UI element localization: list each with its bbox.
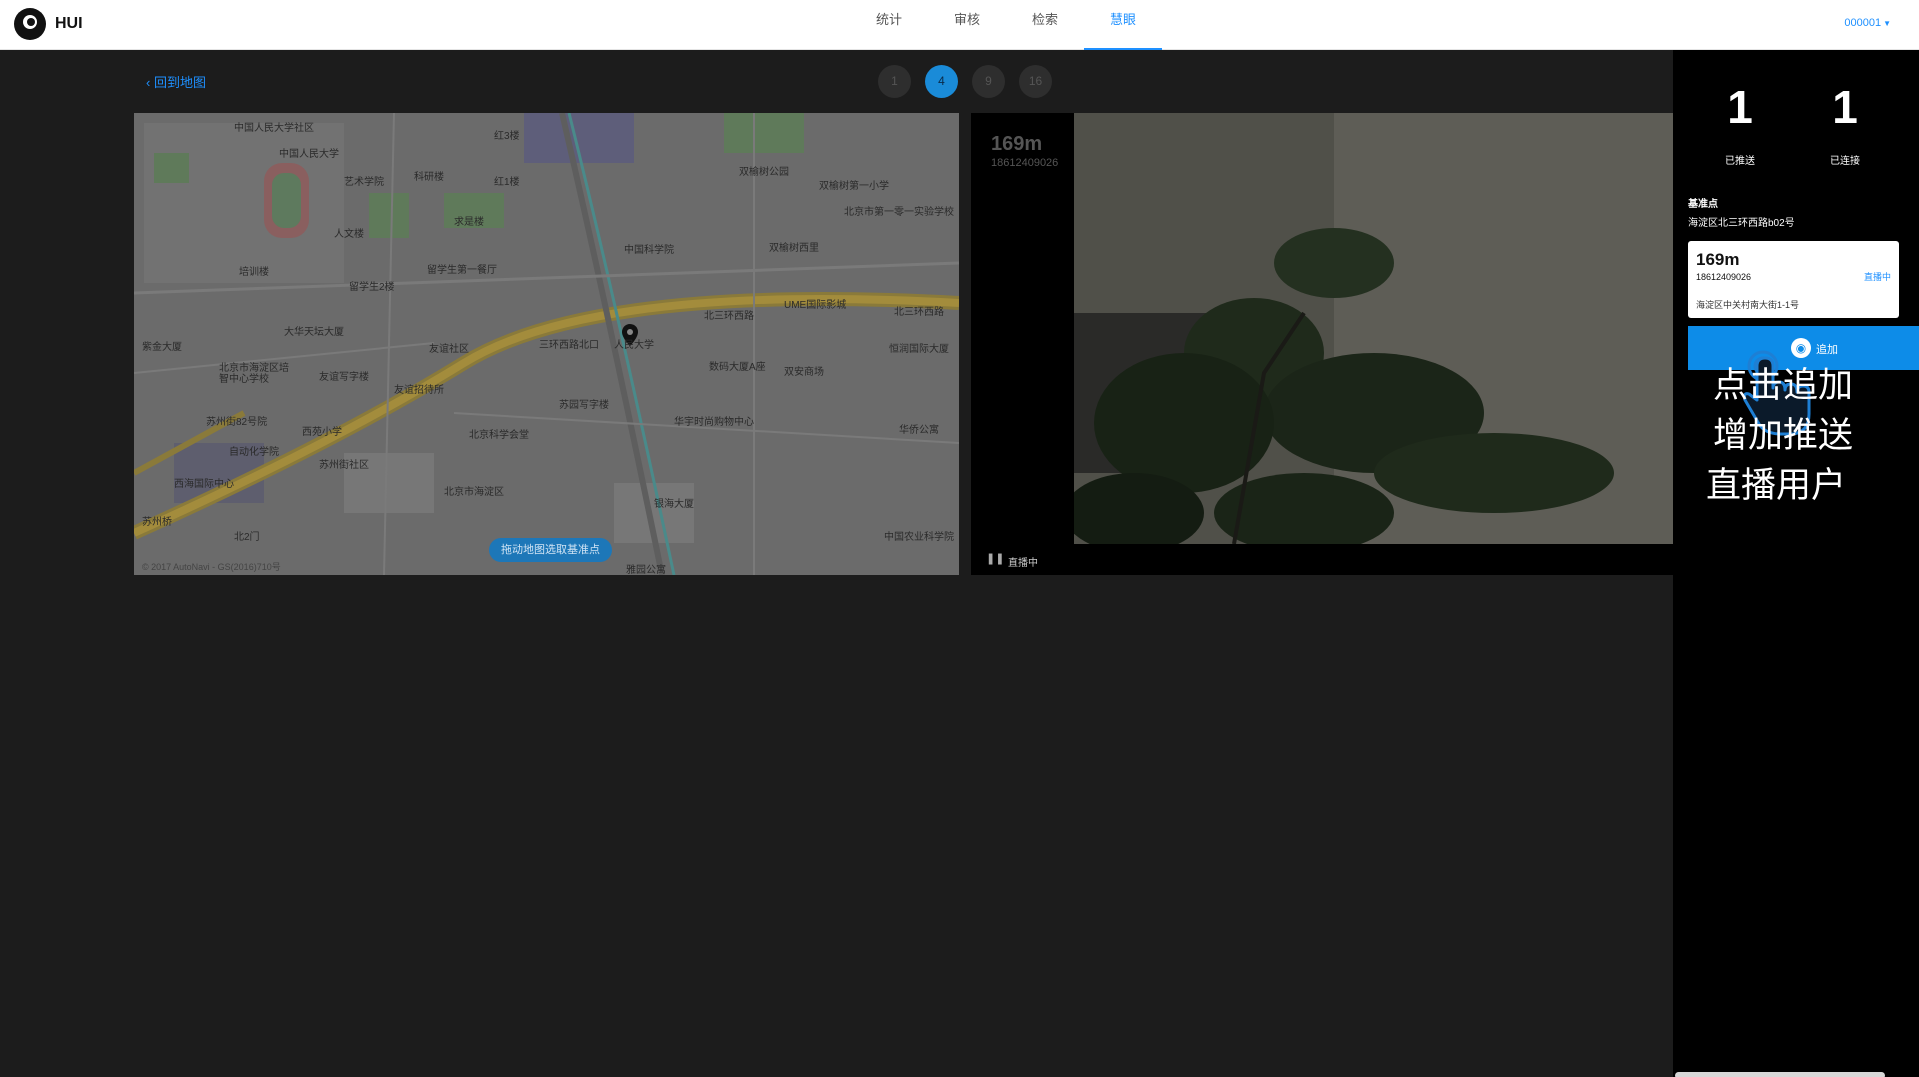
- back-label: 回到地图: [153, 75, 206, 90]
- card-address: 海淀区中关村南大街1-1号: [1696, 300, 1800, 310]
- map-label: 中国农业科学院: [884, 532, 954, 543]
- map-label: 友谊社区: [429, 344, 469, 355]
- map-view[interactable]: 中国人民大学社区 中国人民大学 红3楼 双榆树公园 双榆树第一小学 北京市第一零…: [134, 113, 959, 575]
- layout-pager: 1 4 9 16: [878, 65, 1052, 98]
- live-video-player[interactable]: 169m 18612409026 ❚❚ 直播中: [971, 113, 1673, 575]
- base-point-address: 海淀区北三环西路b02号: [1688, 218, 1795, 229]
- panel-scrollbar[interactable]: [1675, 1072, 1885, 1077]
- nav-tab-stats[interactable]: 统计: [850, 0, 928, 50]
- layout-option-1[interactable]: 1: [878, 65, 911, 98]
- map-label: 北京科学会堂: [469, 430, 529, 441]
- user-id: 000001: [1844, 17, 1882, 29]
- pushed-count: 1: [1727, 81, 1753, 133]
- card-status-badge: 直播中: [1863, 272, 1891, 282]
- map-label: 数码大厦A座: [709, 362, 766, 373]
- map-label: 科研楼: [414, 172, 444, 183]
- map-label: 华侨公寓: [899, 425, 939, 436]
- map-label: 恒润国际大厦: [889, 344, 949, 355]
- map-label: 大华天坛大厦: [284, 327, 344, 338]
- video-phone: 18612409026: [991, 157, 1059, 169]
- brand-name: HUI: [55, 15, 83, 32]
- map-label: 苏州街82号院: [206, 417, 268, 428]
- chevron-left-icon: ‹: [146, 75, 154, 90]
- map-label: 苏园写字楼: [559, 400, 609, 411]
- map-label: 北2门: [234, 532, 260, 543]
- layout-option-4[interactable]: 4: [925, 65, 958, 98]
- map-label: 紫金大厦: [142, 342, 182, 353]
- chevron-down-icon: ▼: [1883, 19, 1891, 28]
- map-label: 三环西路北口: [539, 340, 599, 351]
- map-copyright: © 2017 AutoNavi - GS(2016)710号: [142, 562, 281, 572]
- map-label: 银海大厦: [654, 499, 694, 510]
- map-label: 西苑小学: [302, 427, 342, 438]
- card-phone: 18612409026: [1696, 272, 1752, 282]
- map-label: 华宇时尚购物中心: [674, 417, 754, 428]
- logo-icon[interactable]: [14, 8, 46, 40]
- pushed-label: 已推送: [1725, 156, 1755, 167]
- map-label: UME国际影城: [784, 300, 847, 311]
- video-status: 直播中: [1008, 558, 1038, 569]
- video-distance: 169m: [991, 133, 1043, 155]
- nav-tab-review[interactable]: 审核: [928, 0, 1006, 50]
- map-label: 人民大学: [614, 340, 654, 351]
- select-base-point-button[interactable]: 拖动地图选取基准点: [489, 538, 612, 562]
- map-label: 北京市海淀区培智中心学校: [219, 363, 289, 385]
- nav-tab-huiyan[interactable]: 慧眼: [1084, 0, 1162, 50]
- video-scene: [1074, 113, 1673, 544]
- connected-count: 1: [1832, 81, 1858, 133]
- top-bar: HUI 统计 审核 检索 慧眼 000001 ▼: [0, 0, 1919, 50]
- map-label: 双榆树西里: [769, 243, 819, 254]
- map-label: 人文楼: [334, 229, 364, 240]
- map-label: 中国人民大学社区: [234, 123, 314, 134]
- hint-line-2: 增加推送: [1713, 416, 1854, 456]
- layout-option-16[interactable]: 16: [1019, 65, 1052, 98]
- hint-line-3: 直播用户: [1706, 466, 1847, 506]
- map-label: 北三环西路: [704, 311, 754, 322]
- map-label: 双榆树第一小学: [819, 181, 889, 192]
- map-label: 红3楼: [494, 131, 520, 142]
- map-label: 红1楼: [494, 177, 520, 188]
- map-label: 友谊招待所: [394, 385, 444, 396]
- map-label: 艺术学院: [344, 177, 384, 188]
- video-frame: [1074, 113, 1673, 544]
- map-label: 双安商场: [784, 367, 824, 378]
- map-label: 北京市第一零一实验学校: [844, 207, 954, 218]
- layout-option-9[interactable]: 9: [972, 65, 1005, 98]
- live-user-card[interactable]: 169m 18612409026 直播中 海淀区中关村南大街1-1号: [1688, 241, 1899, 318]
- map-label: 北京市海淀区: [444, 487, 504, 498]
- map-label: 雅园公寓: [626, 565, 666, 575]
- push-panel: 1 已推送 1 已连接 基准点 海淀区北三环西路b02号 169m 186124…: [1673, 50, 1919, 1077]
- map-label: 苏州桥: [142, 517, 172, 528]
- map-label: 中国人民大学: [279, 149, 339, 160]
- map-label: 中国科学院: [624, 245, 674, 256]
- map-label: 留学生2楼: [349, 282, 395, 293]
- map-label: 自动化学院: [229, 447, 279, 458]
- user-menu[interactable]: 000001 ▼: [1844, 17, 1891, 29]
- map-label: 苏州街社区: [319, 460, 369, 471]
- map-label: 培训楼: [239, 267, 269, 278]
- connected-label: 已连接: [1830, 156, 1860, 167]
- nav-tab-search[interactable]: 检索: [1006, 0, 1084, 50]
- map-label: 北三环西路: [894, 307, 944, 318]
- map-label: 友谊写字楼: [319, 372, 369, 383]
- map-label: 双榆树公园: [739, 167, 789, 178]
- back-to-map-link[interactable]: ‹ 回到地图: [146, 72, 206, 91]
- map-label: 求是楼: [454, 217, 484, 228]
- pause-icon[interactable]: ❚❚: [986, 552, 1004, 565]
- map-label: 留学生第一餐厅: [427, 265, 497, 276]
- add-push-label: 追加: [1816, 344, 1838, 356]
- map-label: 西海国际中心: [174, 479, 234, 490]
- card-distance: 169m: [1696, 250, 1740, 269]
- base-point-title: 基准点: [1688, 199, 1718, 210]
- main-nav: 统计 审核 检索 慧眼: [850, 0, 1162, 50]
- hint-line-1: 点击追加: [1713, 366, 1854, 406]
